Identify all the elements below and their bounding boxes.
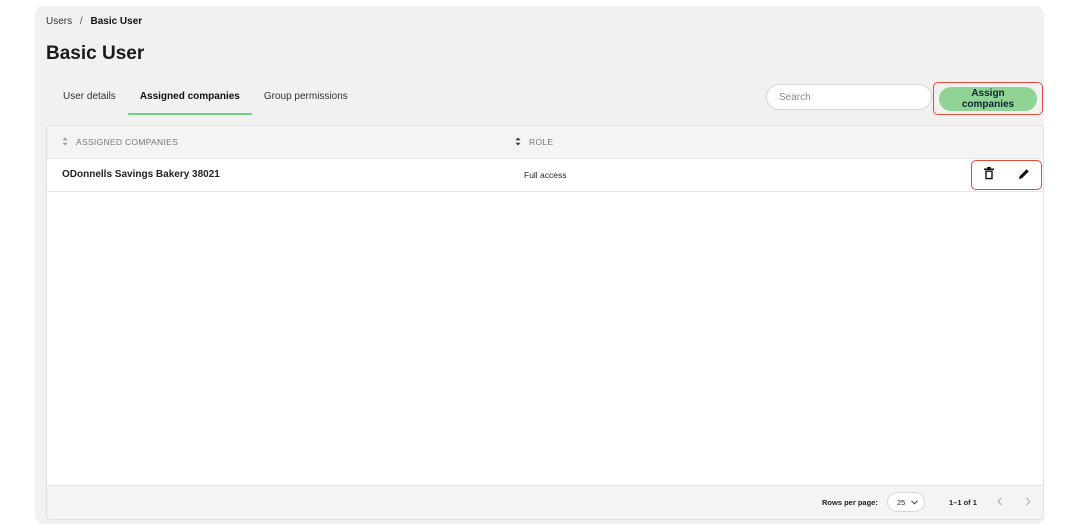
sort-icon [62, 137, 70, 147]
breadcrumb: Users / Basic User [46, 16, 142, 27]
trash-icon [983, 167, 995, 185]
assign-companies-highlight: Assign companies [933, 82, 1043, 115]
rows-per-page-select[interactable]: 25 [887, 492, 925, 512]
breadcrumb-separator: / [79, 16, 83, 27]
column-header-label: ASSIGNED COMPANIES [76, 137, 179, 147]
next-page-button[interactable] [1021, 495, 1035, 509]
breadcrumb-current: Basic User [90, 16, 143, 27]
chevron-left-icon [997, 493, 1003, 511]
table-header: ASSIGNED COMPANIES ROLE [47, 126, 1043, 159]
rows-per-page-label: Rows per page: [822, 498, 878, 507]
sort-icon [515, 137, 523, 147]
pencil-icon [1018, 167, 1030, 185]
row-actions-highlight [971, 160, 1042, 190]
chevron-right-icon [1025, 493, 1031, 511]
column-header-assigned-companies[interactable]: ASSIGNED COMPANIES [62, 137, 178, 147]
table-row[interactable]: ODonnells Savings Bakery 38021 Full acce… [47, 159, 1043, 192]
pagination-range: 1–1 of 1 [949, 498, 977, 507]
search-input[interactable] [766, 84, 932, 110]
tab-bar: User details Assigned companies Group pe… [49, 85, 360, 115]
main-panel: Users / Basic User Basic User User detai… [35, 6, 1044, 524]
breadcrumb-users-link[interactable]: Users [46, 16, 72, 27]
table-footer: Rows per page: 25 1–1 of 1 [47, 485, 1043, 519]
column-header-label: ROLE [529, 137, 554, 147]
company-name-cell: ODonnells Savings Bakery 38021 [62, 169, 220, 180]
previous-page-button[interactable] [993, 495, 1007, 509]
column-header-role[interactable]: ROLE [515, 137, 553, 147]
role-cell: Full access [524, 170, 567, 180]
tab-assigned-companies[interactable]: Assigned companies [127, 85, 252, 115]
assign-companies-button[interactable]: Assign companies [939, 87, 1037, 111]
tab-group-permissions[interactable]: Group permissions [252, 85, 360, 115]
edit-button[interactable] [1015, 167, 1033, 185]
assigned-companies-table: ASSIGNED COMPANIES ROLE ODonnells Saving… [46, 125, 1044, 520]
rows-per-page-value: 25 [897, 497, 906, 507]
chevron-down-icon [911, 498, 919, 507]
tab-user-details[interactable]: User details [49, 85, 128, 115]
page-title: Basic User [46, 43, 145, 64]
delete-button[interactable] [980, 167, 998, 185]
